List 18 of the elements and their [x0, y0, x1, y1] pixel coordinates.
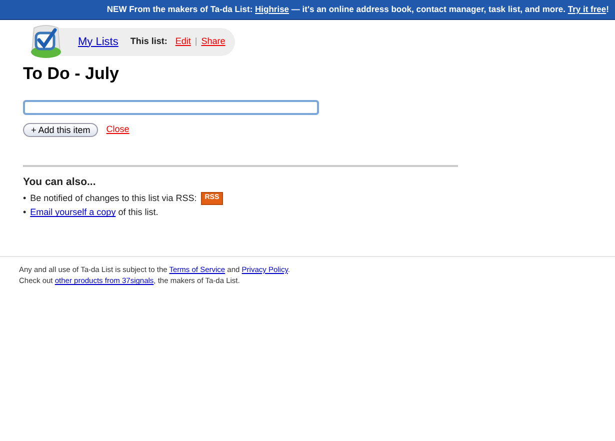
list-item-text: Email yourself a copy of this list. — [30, 206, 158, 220]
link[interactable]: Try it free — [568, 4, 606, 14]
close-link[interactable]: Close — [106, 123, 130, 137]
add-item-button[interactable]: + Add this item — [23, 123, 98, 138]
new-item-field[interactable] — [23, 100, 319, 116]
link[interactable]: Share — [201, 35, 226, 48]
list-item-text: Be notified of changes to this list via RSS: — [30, 192, 197, 205]
section-heading: You can also... — [23, 175, 97, 190]
announcement-banner: NEW From the makers of Ta-da List: Highrise — it's an online address book, contact manager, task list, and more. Try it free! — [0, 0, 615, 20]
link[interactable]: Highrise — [255, 4, 290, 14]
bullet: • — [23, 192, 26, 205]
list-title: To Do - July — [23, 64, 120, 84]
link[interactable]: Email yourself a copy — [30, 207, 116, 218]
my-lists-link[interactable]: My Lists — [78, 34, 118, 50]
this-list-label: This list: — [130, 35, 168, 48]
link[interactable]: Edit — [175, 35, 191, 48]
separator: | — [194, 35, 198, 48]
bullet: • — [23, 206, 26, 220]
